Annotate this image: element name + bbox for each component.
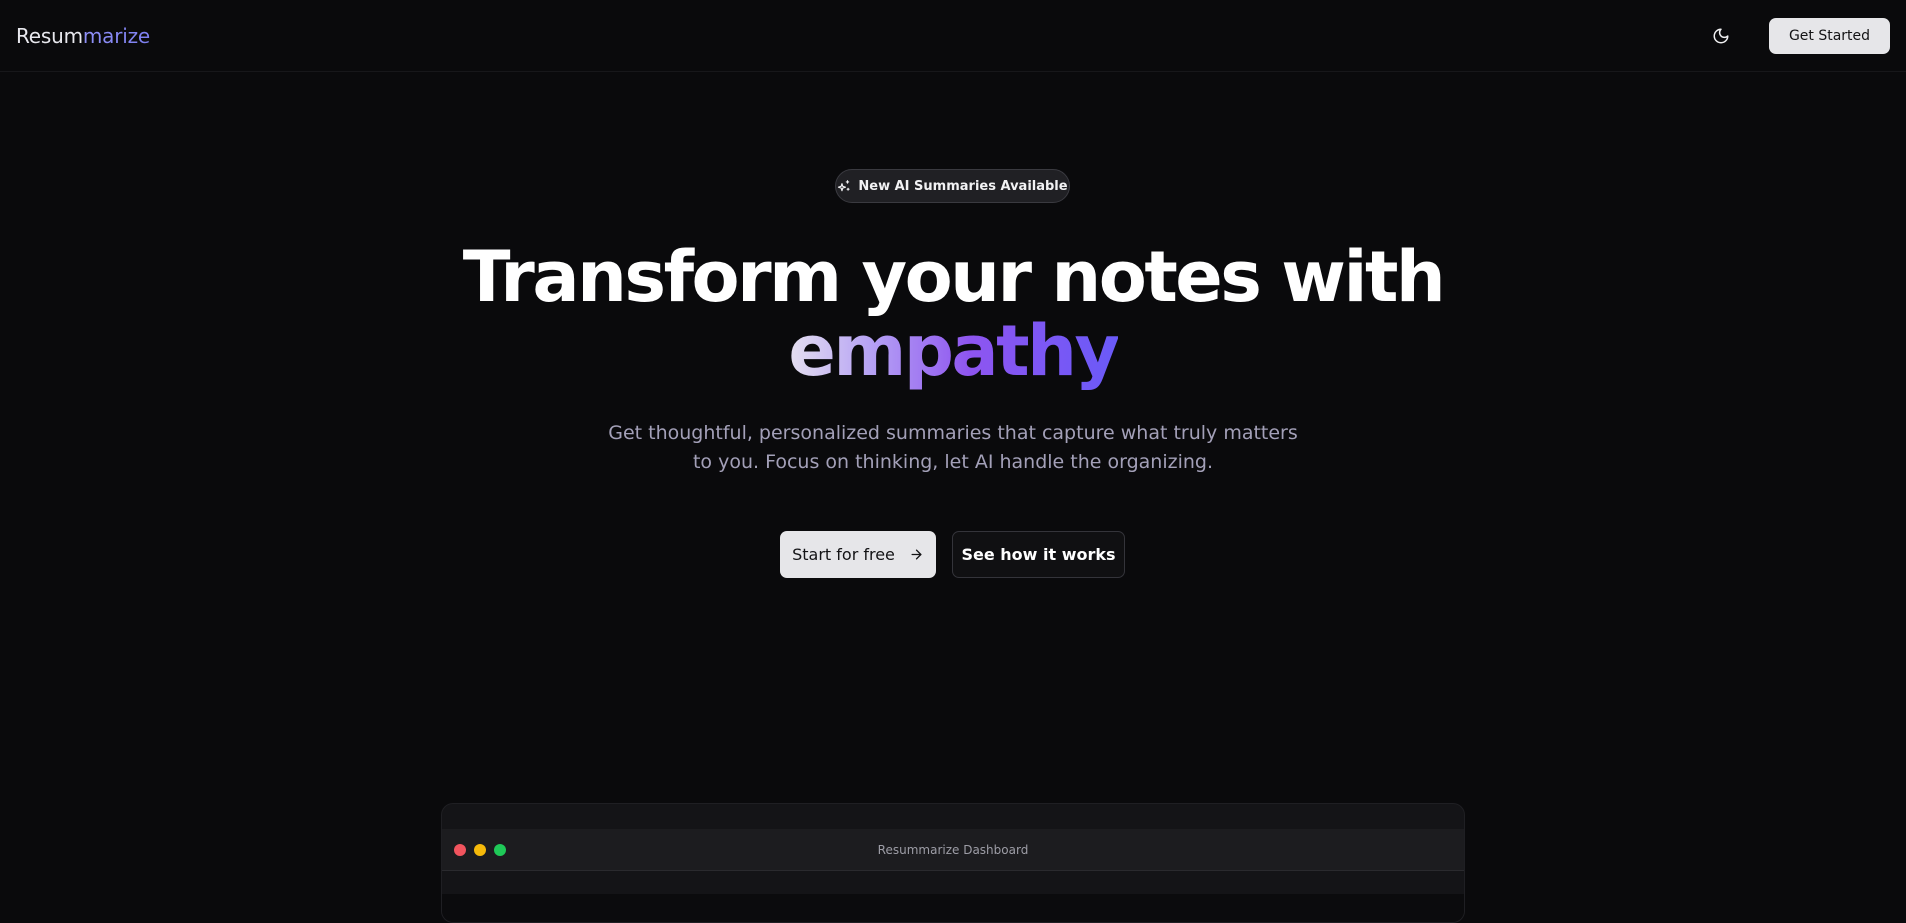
logo-text-primary: Resum — [16, 23, 83, 48]
sparkles-icon — [838, 180, 850, 192]
preview-window-title: Resummarize Dashboard — [877, 842, 1029, 857]
hero-headline: Transform your notes with empathy — [0, 240, 1906, 388]
start-for-free-label: Start for free — [792, 545, 895, 564]
logo[interactable]: Resummarize — [16, 24, 150, 48]
headline-text: Transform your notes with — [462, 236, 1446, 318]
preview-body — [442, 894, 1464, 922]
theme-toggle-button[interactable] — [1701, 16, 1741, 56]
hero-subtitle: Get thoughtful, personalized summaries t… — [608, 422, 1298, 473]
minimize-dot-icon — [474, 844, 486, 856]
badge-label: New AI Summaries Available — [858, 178, 1068, 194]
headline-accent-word: empathy — [788, 310, 1120, 392]
arrow-right-icon — [911, 549, 922, 560]
close-dot-icon — [454, 844, 466, 856]
header-actions: Get Started — [1701, 16, 1890, 56]
dashboard-preview: Resummarize Dashboard — [441, 803, 1465, 923]
start-for-free-button[interactable]: Start for free — [780, 531, 936, 578]
new-feature-badge: New AI Summaries Available — [835, 169, 1070, 203]
preview-window-bar: Resummarize Dashboard — [442, 829, 1464, 871]
maximize-dot-icon — [494, 844, 506, 856]
cta-group: Start for free See how it works — [780, 531, 1125, 578]
logo-text-accent: marize — [82, 23, 151, 48]
site-header: Resummarize Get Started — [0, 0, 1906, 72]
window-controls — [454, 844, 506, 856]
get-started-button[interactable]: Get Started — [1769, 17, 1890, 54]
see-how-it-works-button[interactable]: See how it works — [952, 531, 1125, 578]
moon-icon — [1713, 28, 1729, 43]
